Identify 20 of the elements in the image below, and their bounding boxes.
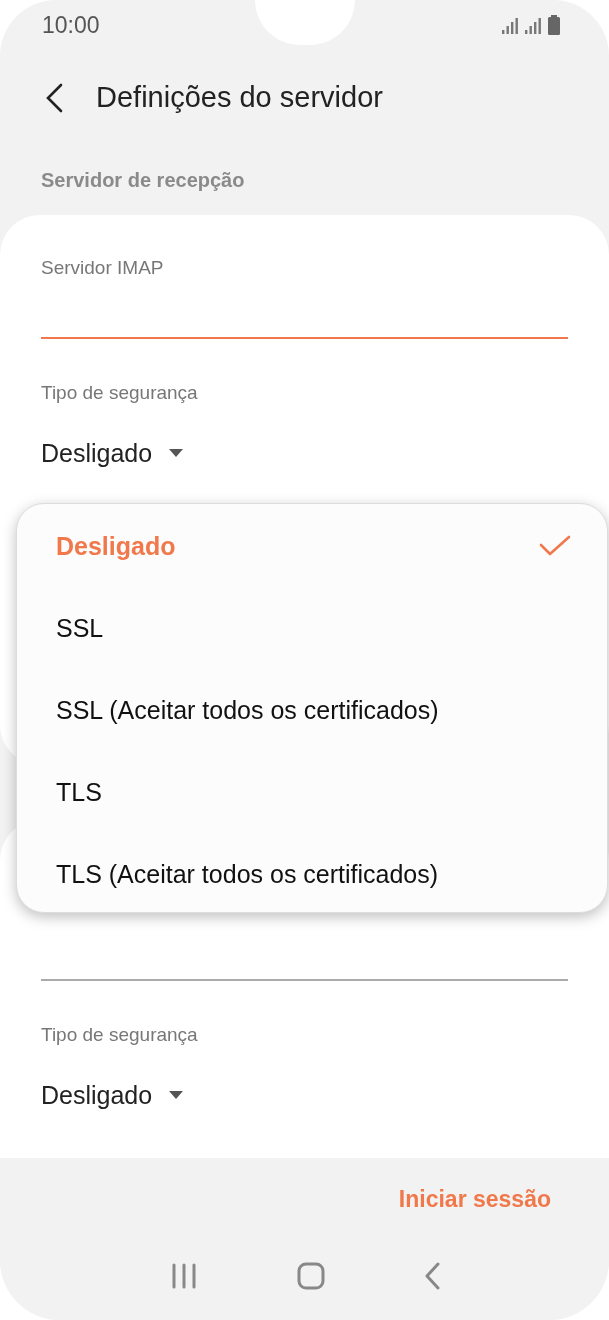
caret-icon (168, 448, 185, 458)
field-label: Tipo de segurança (41, 383, 198, 403)
status-time: 10:00 (42, 11, 100, 39)
battery-icon (547, 15, 561, 35)
home-icon[interactable] (296, 1262, 325, 1290)
page-title: Definições do servidor (96, 81, 383, 114)
menu-option[interactable]: TLS (Aceitar todos os certificados) (17, 833, 607, 915)
back-icon[interactable] (44, 82, 64, 113)
check-icon (539, 535, 571, 557)
security-dropdown[interactable]: Desligado (41, 439, 185, 467)
menu-option[interactable]: SSL (17, 587, 607, 669)
menu-option[interactable]: TLS (17, 751, 607, 833)
field-label: Tipo de segurança (41, 1025, 198, 1045)
section-heading: Servidor de recepção (41, 168, 245, 192)
field-label: Servidor IMAP (41, 258, 164, 278)
signal-icon (524, 17, 544, 35)
caret-icon (168, 1090, 185, 1100)
signal-icon (501, 17, 521, 35)
security-dropdown[interactable]: Desligado (41, 1081, 185, 1109)
menu-option[interactable]: SSL (Aceitar todos os certificados) (17, 669, 607, 751)
